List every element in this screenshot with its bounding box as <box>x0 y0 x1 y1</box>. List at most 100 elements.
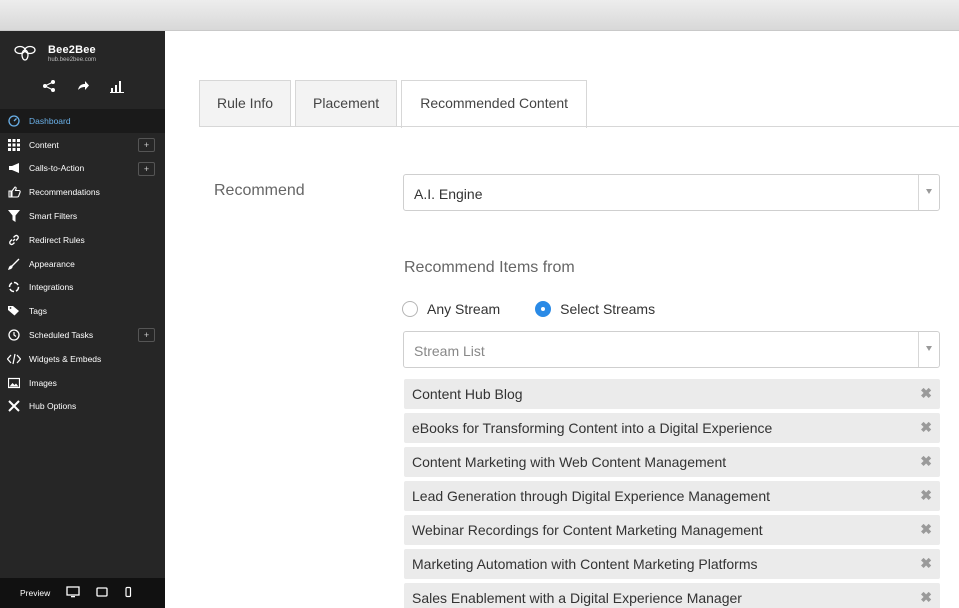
remove-icon[interactable]: ✖ <box>920 487 932 504</box>
engine-select-value: A.I. Engine <box>414 186 483 202</box>
caret-down-icon <box>926 189 932 194</box>
stream-chip: Sales Enablement with a Digital Experien… <box>404 583 940 608</box>
filter-icon <box>7 210 21 223</box>
sidebar-item-label: Integrations <box>29 282 74 293</box>
sidebar-item-appearance[interactable]: Appearance <box>0 252 165 276</box>
sidebar-footer: Preview <box>0 578 165 608</box>
sidebar-item-redirect-rules[interactable]: Redirect Rules <box>0 228 165 252</box>
sidebar-item-calls-to-action[interactable]: Calls-to-Action + <box>0 157 165 181</box>
remove-icon[interactable]: ✖ <box>920 385 932 402</box>
preview-label: Preview <box>20 588 51 598</box>
sidebar-item-content[interactable]: Content + <box>0 133 165 157</box>
stream-list-toggle[interactable] <box>918 332 939 367</box>
select-streams-label[interactable]: Select Streams <box>560 301 655 317</box>
main-panel: Rule Info Placement Recommended Content … <box>165 31 959 608</box>
any-stream-radio[interactable] <box>402 301 418 317</box>
engine-select-toggle[interactable] <box>918 175 939 210</box>
sidebar-item-tags[interactable]: Tags <box>0 299 165 323</box>
analytics-icon[interactable] <box>109 79 124 93</box>
brand[interactable]: Bee2Bee hub.bee2bee.com <box>14 43 96 63</box>
tags-icon <box>7 305 21 317</box>
caret-down-icon <box>926 346 932 351</box>
window-title-bar <box>0 0 959 31</box>
add-content-button[interactable]: + <box>138 137 155 152</box>
mobile-icon[interactable] <box>124 586 132 601</box>
tab-placement[interactable]: Placement <box>295 80 398 127</box>
sidebar-item-label: Appearance <box>29 258 75 269</box>
remove-icon[interactable]: ✖ <box>920 419 932 436</box>
sidebar-item-label: Dashboard <box>29 115 71 126</box>
brush-icon <box>7 258 21 270</box>
sidebar-item-widgets-embeds[interactable]: Widgets & Embeds <box>0 347 165 371</box>
sidebar-item-scheduled-tasks[interactable]: Scheduled Tasks + <box>0 323 165 347</box>
tools-icon <box>7 400 21 413</box>
stream-chip: Webinar Recordings for Content Marketing… <box>404 515 940 545</box>
any-stream-label[interactable]: Any Stream <box>427 301 500 317</box>
code-icon <box>6 353 22 365</box>
sidebar-item-label: Images <box>29 377 57 388</box>
tab-bar: Rule Info Placement Recommended Content <box>199 80 591 128</box>
tab-rule-info[interactable]: Rule Info <box>199 80 292 127</box>
stream-chip: Lead Generation through Digital Experien… <box>404 481 940 511</box>
recommend-engine-select[interactable]: A.I. Engine <box>403 174 940 211</box>
stream-chip: Content Marketing with Web Content Manag… <box>404 447 940 477</box>
stream-chip-label: Content Hub Blog <box>412 386 523 402</box>
sidebar-item-images[interactable]: Images <box>0 371 165 395</box>
tab-divider <box>199 126 959 127</box>
desktop-icon[interactable] <box>66 585 80 601</box>
sidebar: Bee2Bee hub.bee2bee.com Dashboard Conten… <box>0 31 165 608</box>
stream-chip: Content Hub Blog ✖ <box>404 379 940 409</box>
brand-url: hub.bee2bee.com <box>48 56 97 63</box>
stream-chip-label: Content Marketing with Web Content Manag… <box>412 454 727 470</box>
brand-name: Bee2Bee <box>48 43 96 56</box>
remove-icon[interactable]: ✖ <box>920 589 932 606</box>
stream-list-select[interactable]: Stream List <box>403 331 940 368</box>
tablet-icon[interactable] <box>96 586 108 601</box>
sidebar-item-label: Redirect Rules <box>29 234 85 245</box>
dashboard-icon <box>7 115 21 127</box>
grid-icon <box>7 138 21 151</box>
add-scheduled-task-button[interactable]: + <box>138 328 155 343</box>
tab-recommended-content[interactable]: Recommended Content <box>401 80 588 128</box>
selected-streams-list: Content Hub Blog ✖ eBooks for Transformi… <box>404 379 940 608</box>
sidebar-item-label: Widgets & Embeds <box>29 353 102 364</box>
recommend-label: Recommend <box>214 182 305 199</box>
remove-icon[interactable]: ✖ <box>920 521 932 538</box>
forward-icon[interactable] <box>76 79 90 93</box>
sidebar-item-recommendations[interactable]: Recommendations <box>0 180 165 204</box>
share-icon[interactable] <box>42 79 56 93</box>
sidebar-item-hub-options[interactable]: Hub Options <box>0 395 165 419</box>
stream-scope-radio-group: Any Stream Select Streams <box>402 301 655 317</box>
integrations-icon <box>7 281 21 293</box>
sidebar-item-label: Recommendations <box>29 187 100 198</box>
remove-icon[interactable]: ✖ <box>920 555 932 572</box>
stream-chip-label: Webinar Recordings for Content Marketing… <box>412 522 763 538</box>
sidebar-item-label: Smart Filters <box>29 211 78 222</box>
sidebar-item-label: Scheduled Tasks <box>29 330 94 341</box>
stream-list-placeholder: Stream List <box>414 343 485 359</box>
link-icon <box>7 234 21 246</box>
sidebar-item-label: Hub Options <box>29 401 77 412</box>
sidebar-item-label: Tags <box>29 306 47 317</box>
stream-chip: Marketing Automation with Content Market… <box>404 549 940 579</box>
stream-chip-label: eBooks for Transforming Content into a D… <box>412 420 773 436</box>
stream-chip-label: Lead Generation through Digital Experien… <box>412 488 771 504</box>
select-streams-radio[interactable] <box>535 301 552 317</box>
megaphone-icon <box>7 162 21 174</box>
stream-chip: eBooks for Transforming Content into a D… <box>404 413 940 443</box>
sidebar-item-label: Calls-to-Action <box>29 163 85 174</box>
add-cta-button[interactable]: + <box>138 161 155 176</box>
sidebar-item-integrations[interactable]: Integrations <box>0 276 165 300</box>
sidebar-item-smart-filters[interactable]: Smart Filters <box>0 204 165 228</box>
sidebar-item-dashboard[interactable]: Dashboard <box>0 109 165 133</box>
image-icon <box>7 377 21 389</box>
clock-icon <box>7 329 21 341</box>
thumbs-up-icon <box>7 186 21 198</box>
recommend-items-from-label: Recommend Items from <box>404 259 575 276</box>
remove-icon[interactable]: ✖ <box>920 453 932 470</box>
bee-logo-icon <box>14 43 36 63</box>
quick-actions <box>0 79 165 93</box>
sidebar-nav: Dashboard Content + Calls-to-Action + Re… <box>0 109 165 418</box>
sidebar-item-label: Content <box>29 139 59 150</box>
stream-chip-label: Marketing Automation with Content Market… <box>412 556 758 572</box>
